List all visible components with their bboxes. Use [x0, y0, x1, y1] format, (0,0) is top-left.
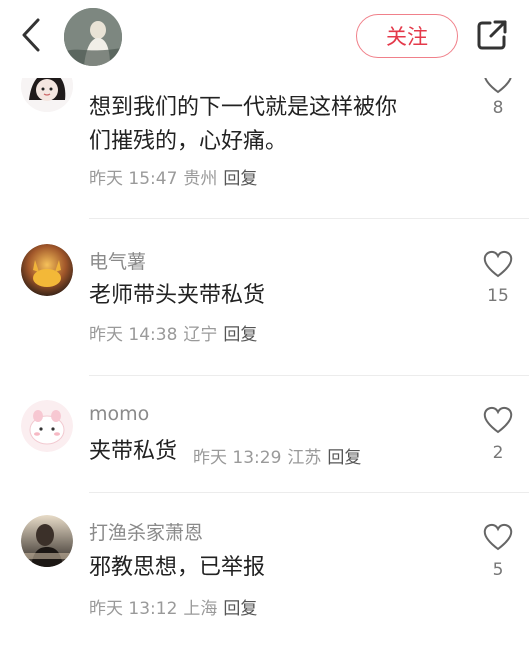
- like-button[interactable]: [482, 523, 514, 555]
- back-button[interactable]: [14, 16, 48, 54]
- divider: [89, 375, 529, 376]
- comment-meta: 昨天 13:29 江苏 回复: [193, 443, 367, 468]
- comment-meta: 昨天 14:38 辽宁 回复: [89, 320, 263, 345]
- comment-location: 上海: [183, 599, 218, 619]
- divider: [89, 492, 529, 493]
- reply-button[interactable]: 回复: [223, 325, 257, 345]
- comment-location: 辽宁: [183, 325, 218, 345]
- comment-text: 们摧残的，心好痛。: [89, 129, 288, 154]
- like-button[interactable]: [482, 406, 514, 438]
- chevron-left-icon: [22, 18, 40, 52]
- comment-time: 昨天 13:29: [193, 448, 282, 468]
- username[interactable]: momo: [89, 403, 149, 425]
- comment-meta: 昨天 15:47 贵州 回复: [89, 164, 263, 189]
- avatar[interactable]: [21, 515, 73, 567]
- share-button[interactable]: [475, 18, 509, 52]
- top-bar: 关注: [0, 0, 529, 78]
- comment-location: 贵州: [183, 169, 218, 189]
- like-button[interactable]: [482, 250, 514, 282]
- like-count: 5: [492, 560, 504, 580]
- heart-icon: [483, 523, 513, 551]
- heart-icon: [483, 406, 513, 434]
- comment-time: 昨天 14:38: [89, 325, 178, 345]
- divider: [89, 218, 529, 219]
- comment-location: 江苏: [287, 448, 322, 468]
- author-avatar[interactable]: [64, 8, 122, 66]
- comment-text: 邪教思想，已举报: [89, 555, 266, 580]
- comment-text: 老师带头夹带私货: [89, 283, 266, 308]
- comment-text: 夹带私货: [89, 434, 177, 470]
- avatar[interactable]: [21, 244, 73, 296]
- share-external-icon: [477, 20, 507, 50]
- comment-text: 想到我们的下一代就是这样被你: [89, 95, 398, 120]
- comment-text-body: 夹带私货: [89, 439, 178, 464]
- follow-button[interactable]: 关注: [356, 14, 458, 58]
- comment-time: 昨天 15:47: [89, 169, 178, 189]
- username[interactable]: 电气薯: [89, 247, 146, 274]
- heart-icon: [483, 250, 513, 278]
- comment-meta: 昨天 13:12 上海 回复: [89, 594, 263, 619]
- reply-button[interactable]: 回复: [223, 599, 257, 619]
- comment-time: 昨天 13:12: [89, 599, 178, 619]
- reply-button[interactable]: 回复: [223, 169, 257, 189]
- username[interactable]: 打渔杀家萧恩: [89, 518, 203, 545]
- reply-button[interactable]: 回复: [327, 448, 361, 468]
- avatar[interactable]: [21, 400, 73, 452]
- like-count: 8: [492, 98, 504, 118]
- like-count: 2: [492, 443, 504, 463]
- like-count: 15: [487, 286, 509, 306]
